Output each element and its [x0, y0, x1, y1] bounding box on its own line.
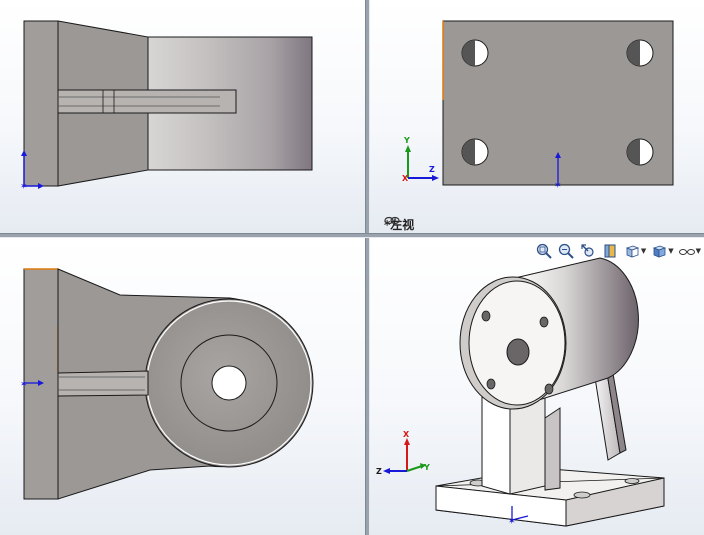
base-plate [23, 20, 59, 187]
axis-z-label: Z [429, 165, 435, 174]
link-icon [384, 216, 400, 225]
bottom-left-viewport[interactable]: ✶ [0, 238, 365, 535]
isometric-view-drawing: ✶ X Z Y [376, 257, 665, 527]
front-view-drawing: ✶ [20, 268, 314, 500]
solidworks-four-viewport-layout: ✶ ✶ Y X Z *左视 ✶ ▼ ▼ ▼ ✶ X Z Y [0, 0, 704, 535]
slot [57, 370, 149, 397]
viewport-splitter-vertical[interactable] [365, 0, 370, 535]
svg-text:✶: ✶ [554, 181, 562, 191]
slot [57, 89, 237, 114]
axis-z-label: Z [376, 467, 382, 476]
axis-triad: Y X Z [402, 136, 439, 183]
viewport-splitter-horizontal[interactable] [0, 233, 704, 238]
axis-y-label: Y [423, 463, 430, 472]
svg-text:✶: ✶ [20, 380, 28, 390]
center-bore [211, 365, 247, 401]
axis-x-label: X [403, 430, 410, 439]
left-view-drawing: ✶ Y X Z [402, 20, 674, 191]
svg-text:✶: ✶ [20, 182, 28, 192]
bottom-right-viewport[interactable]: ▼ ▼ ▼ ✶ X Z Y [370, 238, 704, 535]
svg-text:✶: ✶ [508, 517, 516, 527]
iso-bore [506, 338, 530, 366]
top-left-viewport[interactable]: ✶ [0, 0, 365, 233]
axis-triad: X Z Y [376, 430, 430, 476]
view-name-label: *左视 [384, 216, 414, 233]
axis-x-label: X [402, 174, 409, 183]
top-view-drawing: ✶ [20, 20, 313, 192]
top-right-viewport[interactable]: ✶ Y X Z *左视 [370, 0, 704, 233]
axis-y-label: Y [403, 136, 410, 145]
